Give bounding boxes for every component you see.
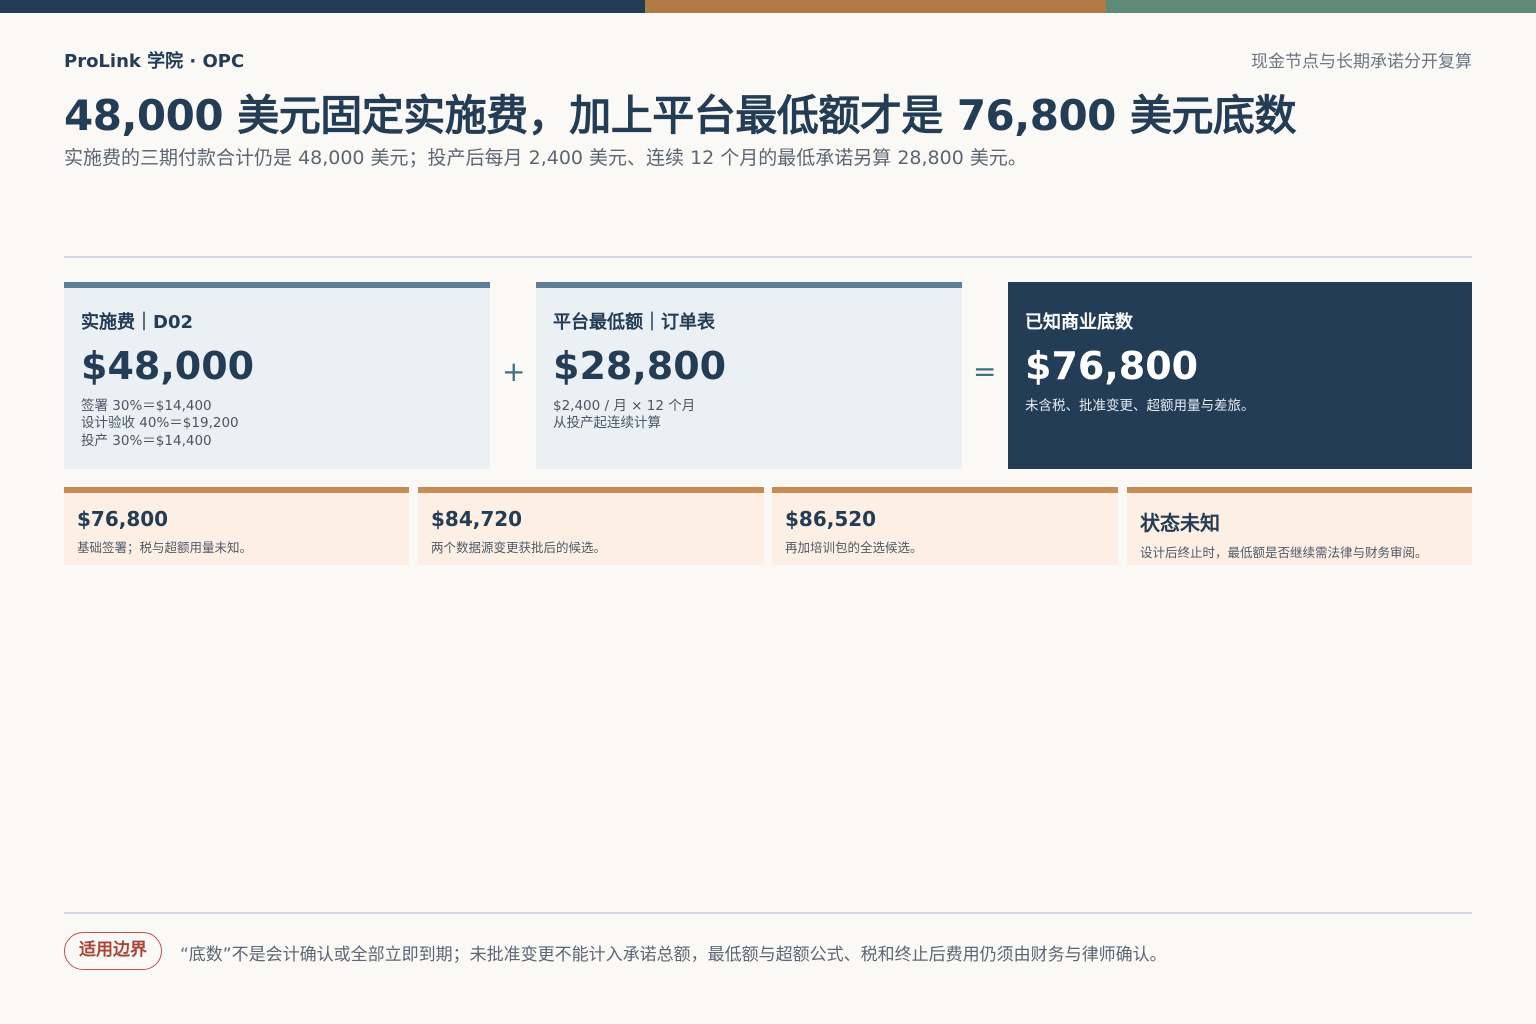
header-tagline: 现金节点与长期承诺分开复算 xyxy=(1251,52,1472,72)
payment-milestone: 设计验收 40%＝$19,200 xyxy=(81,415,239,432)
scenario-card-data-source-changes: $84,720 两个数据源变更获批后的候选。 xyxy=(418,487,764,565)
accent-segment-bronze xyxy=(645,0,1106,13)
divider-top xyxy=(64,256,1472,258)
payment-milestone: 投产 30%＝$14,400 xyxy=(81,433,212,450)
scenario-description: 再加培训包的全选候选。 xyxy=(785,540,923,555)
scenario-value: $84,720 xyxy=(431,507,523,531)
divider-bottom xyxy=(64,912,1472,914)
card-label: 已知商业底数 xyxy=(1025,312,1133,333)
scenario-value: $86,520 xyxy=(785,507,877,531)
scenario-value: $76,800 xyxy=(77,507,169,531)
accent-segment-teal xyxy=(1106,0,1536,13)
accent-segment-navy xyxy=(0,0,645,13)
card-amount: $28,800 xyxy=(553,344,727,388)
card-note-line: 未含税、批准变更、超额用量与差旅。 xyxy=(1025,397,1255,414)
implementation-fee-card: 实施费｜D02 $48,000 签署 30%＝$14,400 设计验收 40%＝… xyxy=(64,282,490,469)
footer-note: “底数”不是会计确认或全部立即到期；未批准变更不能计入承诺总额，最低额与超额公式… xyxy=(180,945,1167,965)
commercial-base-total-card: 已知商业底数 $76,800 未含税、批准变更、超额用量与差旅。 xyxy=(1008,282,1472,469)
card-notes: 签署 30%＝$14,400 设计验收 40%＝$19,200 投产 30%＝$… xyxy=(81,398,473,451)
scope-boundary-badge: 适用边界 xyxy=(64,932,162,970)
scenario-card-unknown-status: 状态未知 设计后终止时，最低额是否继续需法律与财务审阅。 xyxy=(1127,487,1472,565)
card-label: 平台最低额｜订单表 xyxy=(553,312,715,333)
brand-label: ProLink 学院 · OPC xyxy=(64,51,245,72)
scenario-value: 状态未知 xyxy=(1140,511,1220,535)
card-note-line: 从投产起连续计算 xyxy=(553,415,661,432)
scenario-description: 基础签署；税与超额用量未知。 xyxy=(77,540,253,555)
payment-milestone: 签署 30%＝$14,400 xyxy=(81,397,212,414)
card-amount: $48,000 xyxy=(81,344,255,388)
plus-operator: + xyxy=(502,355,526,388)
scenario-card-full-selection: $86,520 再加培训包的全选候选。 xyxy=(772,487,1118,565)
platform-minimum-card: 平台最低额｜订单表 $28,800 $2,400 / 月 × 12 个月 从投产… xyxy=(536,282,962,469)
scenario-description: 设计后终止时，最低额是否继续需法律与财务审阅。 xyxy=(1140,545,1428,560)
card-notes: $2,400 / 月 × 12 个月 从投产起连续计算 xyxy=(553,398,945,434)
card-label: 实施费｜D02 xyxy=(81,312,193,333)
equals-operator: = xyxy=(973,355,997,388)
page-title: 48,000 美元固定实施费，加上平台最低额才是 76,800 美元底数 xyxy=(64,91,1297,140)
card-amount: $76,800 xyxy=(1025,344,1199,388)
page-subtitle: 实施费的三期付款合计仍是 48,000 美元；投产后每月 2,400 美元、连续… xyxy=(64,147,1027,169)
scenario-description: 两个数据源变更获批后的候选。 xyxy=(431,540,607,555)
scenario-card-base: $76,800 基础签署；税与超额用量未知。 xyxy=(64,487,409,565)
card-note-line: $2,400 / 月 × 12 个月 xyxy=(553,397,696,414)
top-accent-bar xyxy=(0,0,1536,13)
